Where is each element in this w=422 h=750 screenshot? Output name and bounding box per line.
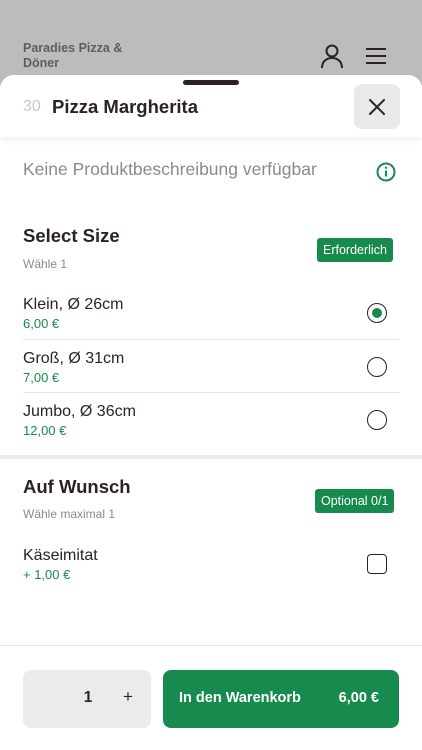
group-title-size: Select Size [23, 225, 120, 246]
optional-badge: Optional 0/1 [315, 489, 395, 513]
option-price: 7,00 € [23, 370, 60, 385]
option-price: 12,00 € [23, 423, 67, 438]
product-description: Keine Produktbeschreibung verfügbar [23, 159, 317, 179]
option-price: 6,00 € [23, 316, 60, 331]
required-badge: Erforderlich [317, 238, 393, 262]
close-icon [369, 98, 385, 115]
product-number: 30 [23, 98, 41, 115]
product-sheet: 30 Pizza Margherita Keine Produktbeschre… [0, 75, 422, 750]
quantity-value: 1 [83, 689, 93, 706]
radio-unselected[interactable] [367, 357, 387, 377]
add-to-cart-label: In den Warenkorb [179, 690, 301, 706]
size-option-klein[interactable]: Klein, Ø 26cm 6,00 € [23, 286, 399, 339]
checkbox-unchecked[interactable] [367, 554, 387, 574]
group-title-extras: Auf Wunsch [23, 476, 131, 497]
product-title: Pizza Margherita [52, 96, 198, 117]
brand-name: Paradies Pizza & Döner [23, 41, 123, 70]
add-to-cart-price: 6,00 € [338, 690, 379, 706]
group-subtitle-size: Wähle 1 [23, 257, 68, 271]
section-separator [0, 455, 422, 459]
info-icon[interactable] [376, 162, 396, 182]
user-icon[interactable] [318, 42, 346, 70]
quantity-stepper: 1 + [23, 670, 151, 728]
option-price: + 1,00 € [23, 567, 71, 582]
option-name: Käseimitat [23, 547, 98, 564]
option-name: Jumbo, Ø 36cm [23, 403, 136, 420]
group-subtitle-extras: Wähle maximal 1 [23, 507, 116, 521]
size-option-jumbo[interactable]: Jumbo, Ø 36cm 12,00 € [23, 393, 399, 446]
radio-selected[interactable] [367, 303, 387, 323]
add-to-cart-button[interactable]: In den Warenkorb 6,00 € [163, 670, 399, 728]
radio-unselected[interactable] [367, 410, 387, 430]
option-name: Klein, Ø 26cm [23, 296, 124, 313]
quantity-increase-button[interactable]: + [119, 687, 137, 707]
sheet-footer: 1 + In den Warenkorb 6,00 € [0, 645, 422, 750]
extra-option-kaeseimitat[interactable]: Käseimitat + 1,00 € [23, 537, 399, 590]
option-name: Groß, Ø 31cm [23, 350, 125, 367]
close-button[interactable] [354, 84, 400, 129]
sheet-grabber[interactable] [183, 80, 239, 85]
hamburger-menu-icon[interactable] [363, 46, 389, 66]
size-option-gross[interactable]: Groß, Ø 31cm 7,00 € [23, 340, 399, 393]
